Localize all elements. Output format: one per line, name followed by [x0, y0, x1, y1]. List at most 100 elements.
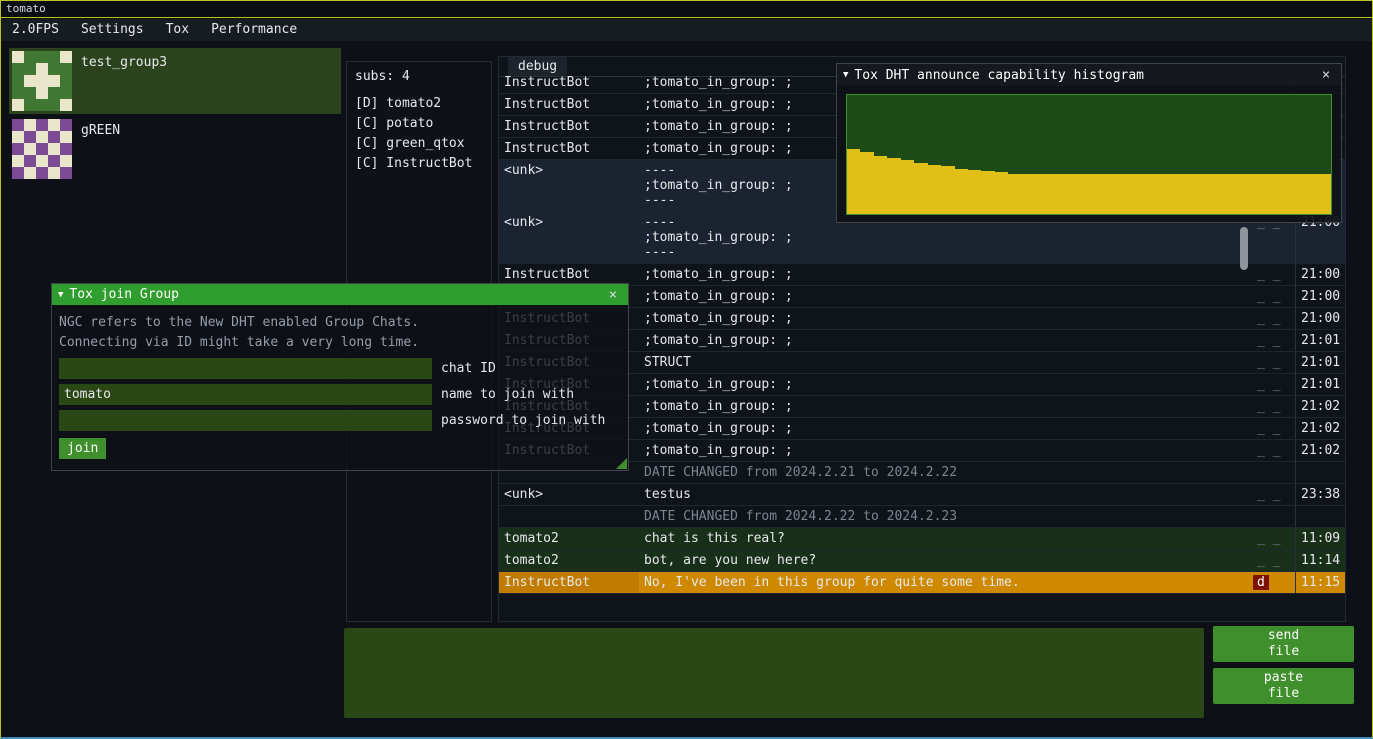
histogram-bar [1304, 174, 1317, 214]
chat-row-flags: d [1239, 572, 1295, 593]
chat-row: tomato2bot, are you new here?_ _11:14 [499, 550, 1345, 572]
group-item-test_group3[interactable]: test_group3 [9, 48, 341, 114]
member-item-instructbot[interactable]: [C] InstructBot [355, 154, 483, 174]
join-name-input[interactable]: tomato [59, 384, 432, 405]
collapse-arrow-icon[interactable]: ▼ [843, 70, 848, 80]
histogram-bar [1089, 174, 1102, 214]
chat-row-timestamp: 21:02 [1295, 418, 1345, 439]
join-group-dialog: ▼ Tox join Group × NGC refers to the New… [51, 283, 629, 471]
chat-row-flags: _ _ [1239, 352, 1295, 373]
histogram-bar [1196, 174, 1209, 214]
menu-item-performance[interactable]: Performance [200, 19, 308, 41]
member-item-potato[interactable]: [C] potato [355, 114, 483, 134]
menu-item-tox[interactable]: Tox [155, 19, 200, 41]
chat-row-message: DATE CHANGED from 2024.2.22 to 2024.2.23 [639, 506, 1239, 527]
histogram-bar [1102, 174, 1115, 214]
chat-row: InstructBotNo, I've been in this group f… [499, 572, 1345, 594]
histogram-bar [941, 166, 954, 214]
chat-row-sender: <unk> [499, 212, 639, 263]
histogram-bar [1035, 174, 1048, 214]
chat-row-timestamp: 21:02 [1295, 440, 1345, 461]
menubar: 2.0FPS Settings Tox Performance [1, 19, 1372, 41]
chat-id-label: chat ID [441, 361, 496, 376]
histogram-bar [874, 156, 887, 214]
histogram-bar [914, 163, 927, 214]
chat-row-timestamp: 23:38 [1295, 484, 1345, 505]
chat-row-sender: tomato2 [499, 528, 639, 549]
chat-id-input[interactable] [59, 358, 432, 379]
join-dialog-titlebar[interactable]: ▼ Tox join Group × [52, 284, 628, 305]
chat-row-message: ;tomato_in_group: ; [639, 396, 1239, 417]
chat-row-sender: InstructBot [499, 94, 639, 115]
chat-row-message: DATE CHANGED from 2024.2.21 to 2024.2.22 [639, 462, 1239, 483]
chat-row-sender [499, 506, 639, 527]
chat-row-message: testus [639, 484, 1239, 505]
histogram-bar [1317, 174, 1330, 214]
chat-row-message: ;tomato_in_group: ; [639, 308, 1239, 329]
member-item-green_qtox[interactable]: [C] green_qtox [355, 134, 483, 154]
histogram-bar [1156, 174, 1169, 214]
chat-row-timestamp: 21:01 [1295, 352, 1345, 373]
group-name: gREEN [81, 119, 120, 179]
ngc-info-line-2: Connecting via ID might take a very long… [59, 333, 621, 353]
histogram-bar [1290, 174, 1303, 214]
histogram-bars [847, 95, 1331, 214]
member-item-tomato2[interactable]: [D] tomato2 [355, 94, 483, 114]
join-button[interactable]: join [59, 438, 106, 459]
group-sidebar: test_group3 gREEN [9, 48, 341, 184]
delivered-flag: d [1253, 575, 1269, 590]
histogram-window-titlebar[interactable]: ▼ Tox DHT announce capability histogram … [837, 64, 1341, 86]
os-titlebar[interactable]: tomato [1, 1, 1372, 18]
chat-row-timestamp [1295, 462, 1345, 483]
chat-row-message: ;tomato_in_group: ; [639, 330, 1239, 351]
chat-row-sender: InstructBot [499, 138, 639, 159]
close-icon[interactable]: × [1317, 67, 1335, 83]
histogram-bar [1277, 174, 1290, 214]
chat-row-flags: _ _ [1239, 308, 1295, 329]
histogram-bar [1223, 174, 1236, 214]
close-icon[interactable]: × [604, 287, 622, 303]
chat-row-timestamp: 21:02 [1295, 396, 1345, 417]
menu-item-settings[interactable]: Settings [70, 19, 155, 41]
chat-row-message: ;tomato_in_group: ; [639, 286, 1239, 307]
chat-row-message: STRUCT [639, 352, 1239, 373]
histogram-body [837, 86, 1341, 223]
chat-row: tomato2chat is this real?_ _11:09 [499, 528, 1345, 550]
chat-row-flags: _ _ [1239, 528, 1295, 549]
histogram-bar [1237, 174, 1250, 214]
chat-row-message: bot, are you new here? [639, 550, 1239, 571]
chat-row-flags: _ _ [1239, 374, 1295, 395]
chat-row-flags [1239, 506, 1295, 527]
chat-scrollbar-thumb[interactable] [1240, 227, 1248, 270]
chat-row-timestamp: 21:01 [1295, 374, 1345, 395]
paste-file-button[interactable]: paste file [1213, 668, 1354, 704]
histogram-bar [887, 158, 900, 214]
chat-row-timestamp: 11:15 [1295, 572, 1345, 593]
chat-row-flags: _ _ [1239, 396, 1295, 417]
histogram-bar [1250, 174, 1263, 214]
chat-row-message: ;tomato_in_group: ; [639, 264, 1239, 285]
collapse-arrow-icon[interactable]: ▼ [58, 290, 63, 300]
join-password-input[interactable] [59, 410, 432, 431]
chat-row-flags: _ _ [1239, 330, 1295, 351]
chat-row-flags [1239, 462, 1295, 483]
chat-row-timestamp: 11:14 [1295, 550, 1345, 571]
chat-row-sender: <unk> [499, 484, 639, 505]
chat-row-timestamp [1295, 506, 1345, 527]
group-avatar [12, 119, 72, 179]
chat-row-sender: InstructBot [499, 72, 639, 93]
histogram-bar [1129, 174, 1142, 214]
histogram-bar [1170, 174, 1183, 214]
resize-grip[interactable] [616, 458, 627, 469]
histogram-bar [847, 149, 860, 214]
chat-row-sender: InstructBot [499, 116, 639, 137]
histogram-bar [981, 171, 994, 214]
histogram-bar [1116, 174, 1129, 214]
histogram-bar [1008, 174, 1021, 214]
group-item-green[interactable]: gREEN [9, 116, 341, 182]
chat-row-timestamp: 21:01 [1295, 330, 1345, 351]
send-file-button[interactable]: send file [1213, 626, 1354, 662]
chat-row-flags: _ _ [1239, 550, 1295, 571]
histogram-bar [955, 169, 968, 214]
message-input[interactable] [344, 628, 1204, 718]
